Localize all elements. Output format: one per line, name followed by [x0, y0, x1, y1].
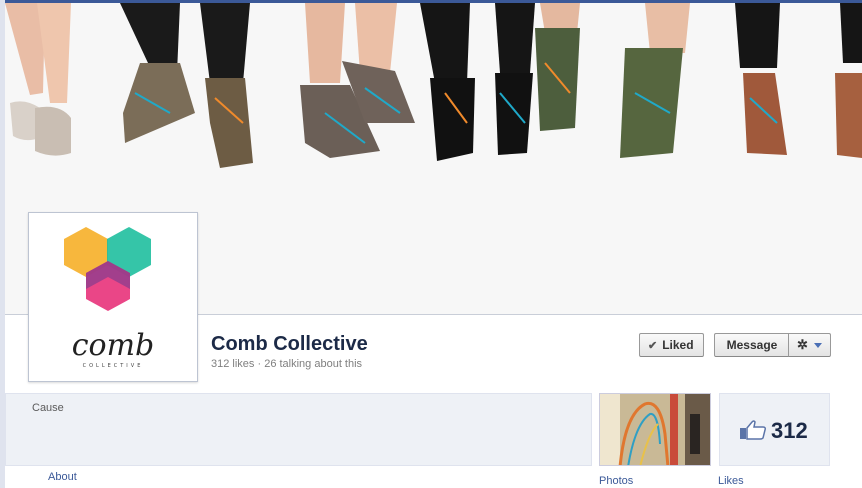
- likes-stat: 312 likes: [211, 358, 255, 370]
- stat-separator: ·: [254, 358, 265, 370]
- message-label: Message: [726, 338, 778, 352]
- left-border: [0, 0, 5, 488]
- chevron-down-icon: [813, 342, 822, 348]
- liked-label: Liked: [662, 338, 694, 352]
- logo-subword: COLLECTIVE: [83, 363, 144, 369]
- about-link[interactable]: About: [48, 471, 77, 483]
- message-button[interactable]: Message: [714, 333, 789, 357]
- likes-count: 312: [771, 418, 808, 443]
- check-icon: ✔: [648, 339, 658, 352]
- page-title[interactable]: Comb Collective: [211, 333, 368, 356]
- talking-stat: 26 talking about this: [264, 358, 363, 370]
- photos-link[interactable]: Photos: [599, 475, 633, 487]
- facebook-page: comb COLLECTIVE Comb Collective 312 like…: [0, 0, 862, 488]
- likes-app-box[interactable]: 312: [719, 393, 830, 466]
- photos-app-thumbnail[interactable]: [599, 393, 711, 466]
- gear-icon: ✲: [797, 337, 808, 352]
- settings-dropdown-button[interactable]: ✲: [788, 333, 831, 357]
- thumbs-up-icon: [740, 420, 766, 440]
- logo-wordmark: comb: [72, 328, 155, 363]
- photos-thumbnail-image: [600, 394, 710, 465]
- liked-button[interactable]: ✔ Liked: [639, 333, 704, 357]
- page-category: Cause: [32, 402, 64, 414]
- likes-link[interactable]: Likes: [718, 475, 744, 487]
- profile-picture[interactable]: comb COLLECTIVE: [28, 212, 198, 382]
- comb-logo: comb COLLECTIVE: [64, 227, 155, 369]
- about-panel: Cause: [5, 393, 592, 466]
- page-stats: 312 likes · 26 talking about this: [211, 358, 362, 370]
